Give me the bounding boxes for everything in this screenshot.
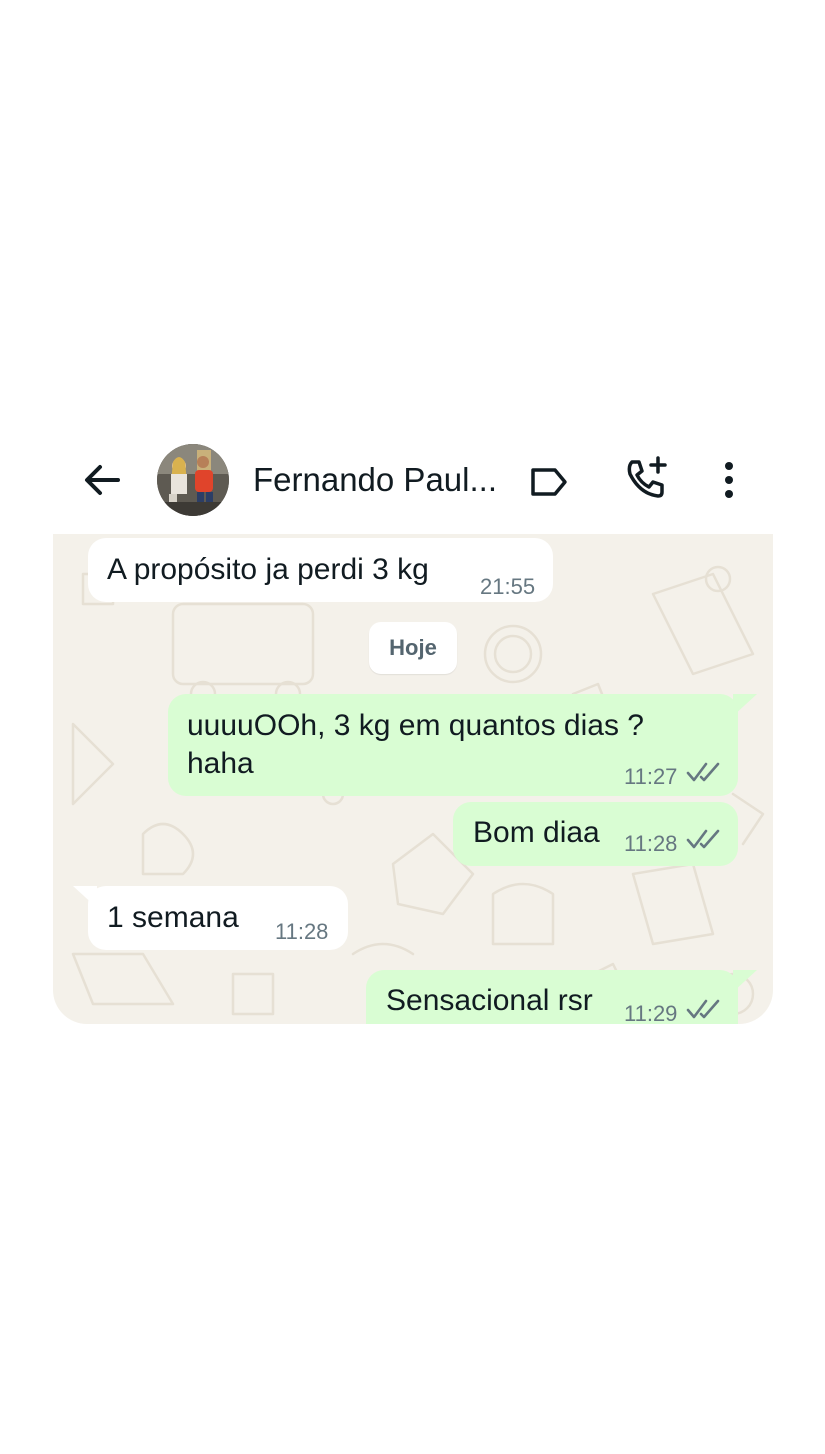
add-call-button[interactable] [622,454,670,502]
message-text-line: uuuuOOh, 3 kg em quantos dias ? [187,709,644,742]
message-text: Bom diaa [473,816,600,849]
double-check-icon [686,829,720,849]
back-button[interactable] [80,458,124,502]
contact-name[interactable]: Fernando Paul... [253,460,503,500]
arrow-left-icon [85,465,120,495]
message-text-line: haha [187,747,254,780]
message-time: 21:55 [480,574,536,599]
message-bubble-incoming[interactable]: A propósito ja perdi 3 kg 21:55 [88,538,553,602]
double-check-icon [686,762,720,782]
message-bubble-outgoing[interactable]: Bom diaa 11:28 [453,802,738,866]
label-button[interactable] [527,460,571,504]
message-bubble-outgoing[interactable]: Sensacional rsr 11:29 [366,970,738,1024]
message-time: 11:29 [624,1001,678,1024]
message-text: A propósito ja perdi 3 kg [107,553,429,586]
more-options-button[interactable] [712,458,746,502]
profile-photo-icon [157,444,229,516]
chat-area[interactable]: A propósito ja perdi 3 kg 21:55 Hoje uuu… [53,534,773,1024]
message-text: Sensacional rsr [386,984,593,1017]
message-bubble-incoming[interactable]: 1 semana 11:28 [88,886,348,950]
avatar[interactable] [157,444,229,516]
message-time: 11:28 [275,919,329,944]
message-time: 11:27 [624,764,678,789]
add-call-icon [627,456,667,498]
double-check-icon [686,999,720,1019]
chat-header: Fernando Paul... [0,440,825,520]
more-vertical-icon [725,462,733,498]
label-tag-icon [531,468,567,496]
message-bubble-outgoing[interactable]: uuuuOOh, 3 kg em quantos dias ? haha 11:… [168,694,738,796]
message-time: 11:28 [624,831,678,856]
message-text: 1 semana [107,901,239,934]
date-divider: Hoje [369,622,457,674]
